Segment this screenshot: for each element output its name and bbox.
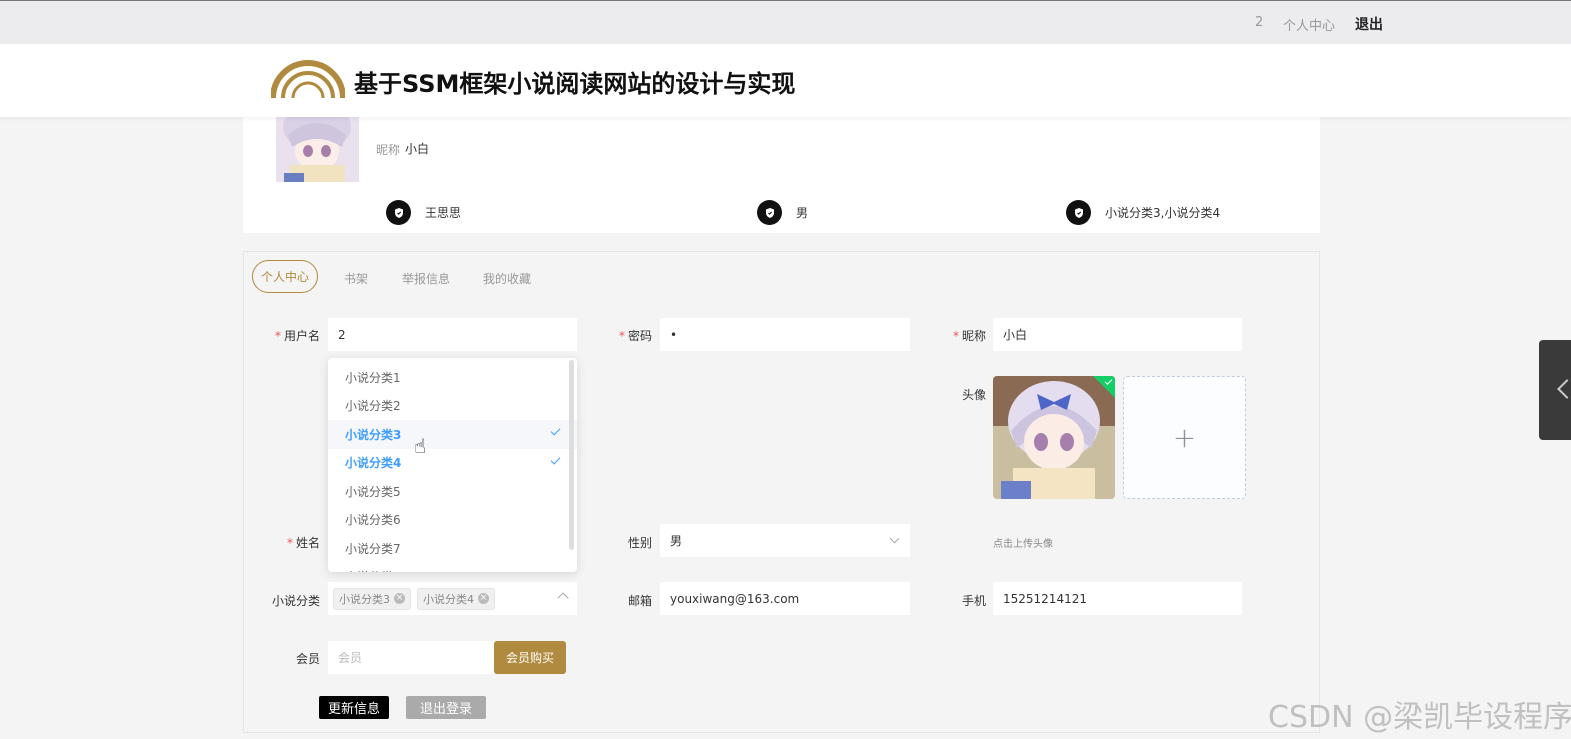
- site-logo-icon[interactable]: [270, 56, 346, 100]
- hand-cursor-icon: ☝: [414, 434, 427, 458]
- password-input[interactable]: •: [660, 318, 910, 351]
- username-label: * 用户名: [274, 329, 320, 343]
- check-icon: [550, 425, 561, 436]
- dropdown-option[interactable]: 小说分类6: [328, 506, 577, 535]
- category-tag: 小说分类4 ×: [417, 587, 495, 610]
- dropdown-option[interactable]: 小说分类3: [328, 420, 577, 449]
- chevron-up-icon: [557, 592, 569, 604]
- profile-gender: 男: [757, 200, 808, 225]
- email-label: 邮箱: [627, 594, 652, 608]
- phone-input[interactable]: 15251214121: [993, 582, 1242, 615]
- nickname-input[interactable]: 小白: [993, 318, 1242, 351]
- phone-label: 手机: [961, 594, 986, 608]
- dropdown-option[interactable]: 小说分类5: [328, 477, 577, 506]
- upload-hint: 点击上传头像: [993, 539, 1053, 550]
- chevron-left-icon: [1557, 379, 1571, 399]
- watermark: CSDN @梁凯毕设程序: [1268, 700, 1571, 735]
- profile-gender-text: 男: [796, 206, 809, 220]
- username-display: 2: [1255, 15, 1264, 30]
- dropdown-option[interactable]: 小说分类2: [328, 392, 577, 421]
- plus-icon: +: [1172, 421, 1197, 454]
- category-label: 小说分类: [271, 594, 320, 608]
- dropdown-option[interactable]: 小说分类8: [328, 563, 577, 572]
- upload-avatar-button[interactable]: +: [1123, 376, 1246, 499]
- chevron-down-icon: [889, 533, 900, 544]
- profile-card: 昵称 小白 王思思 男 小说分类3,小说分类4: [243, 117, 1320, 233]
- name-label: * 姓名: [286, 536, 320, 550]
- dropdown-option[interactable]: 小说分类1: [328, 363, 577, 392]
- nickname-label: * 昵称: [952, 329, 986, 343]
- vip-label: 会员: [295, 652, 320, 666]
- close-icon[interactable]: ×: [394, 593, 405, 604]
- avatar: [276, 117, 359, 182]
- category-tag: 小说分类3 ×: [333, 587, 411, 610]
- dropdown-option[interactable]: 小说分类7: [328, 534, 577, 563]
- dropdown-option[interactable]: 小说分类4: [328, 449, 577, 478]
- avatar-label: 头像: [961, 388, 986, 402]
- profile-name-text: 王思思: [425, 206, 462, 220]
- username-input[interactable]: 2: [328, 318, 577, 351]
- shield-icon: [386, 200, 411, 225]
- shield-icon: [757, 200, 782, 225]
- site-title: 基于SSM框架小说阅读网站的设计与实现: [354, 70, 796, 98]
- site-header: 基于SSM框架小说阅读网站的设计与实现: [0, 44, 1571, 117]
- nickname-label: 昵称: [376, 143, 401, 157]
- email-input[interactable]: youxiwang@163.com: [660, 582, 910, 615]
- logout-button[interactable]: 退出登录: [406, 696, 486, 719]
- personal-center-link[interactable]: 个人中心: [1283, 15, 1335, 34]
- tab-favorites[interactable]: 我的收藏: [483, 270, 531, 287]
- close-icon[interactable]: ×: [478, 593, 489, 604]
- profile-form-panel: 个人中心 书架 举报信息 我的收藏 * 用户名 2 * 密码 • * 昵称 小白 头像…: [243, 251, 1320, 733]
- shield-icon: [1066, 200, 1091, 225]
- profile-categories: 小说分类3,小说分类4: [1066, 200, 1220, 225]
- profile-name: 王思思: [386, 200, 461, 225]
- top-bar: 2 个人中心 退出: [0, 0, 1571, 44]
- nickname-value: 小白: [405, 142, 430, 156]
- password-label: * 密码: [618, 329, 652, 343]
- gender-select[interactable]: 男: [660, 524, 910, 557]
- check-icon: [550, 454, 561, 464]
- category-dropdown: 小说分类1 小说分类2 小说分类3 小说分类4 小说分类5 小说分类6 小说分类…: [328, 358, 577, 572]
- category-select[interactable]: 小说分类3 × 小说分类4 ×: [328, 582, 577, 615]
- avatar-preview[interactable]: [993, 376, 1115, 499]
- gender-label: 性别: [627, 536, 652, 550]
- profile-categories-text: 小说分类3,小说分类4: [1105, 206, 1221, 220]
- gender-value: 男: [670, 534, 683, 548]
- tab-reports[interactable]: 举报信息: [402, 270, 450, 287]
- side-panel-toggle[interactable]: [1539, 340, 1571, 440]
- update-info-button[interactable]: 更新信息: [319, 696, 389, 719]
- buy-vip-button[interactable]: 会员购买: [494, 641, 566, 674]
- dropdown-scrollbar[interactable]: [569, 360, 574, 550]
- logout-link[interactable]: 退出: [1355, 14, 1383, 34]
- tab-personal-center[interactable]: 个人中心: [252, 260, 318, 293]
- vip-input[interactable]: 会员: [328, 641, 494, 674]
- tab-bookshelf[interactable]: 书架: [344, 270, 368, 287]
